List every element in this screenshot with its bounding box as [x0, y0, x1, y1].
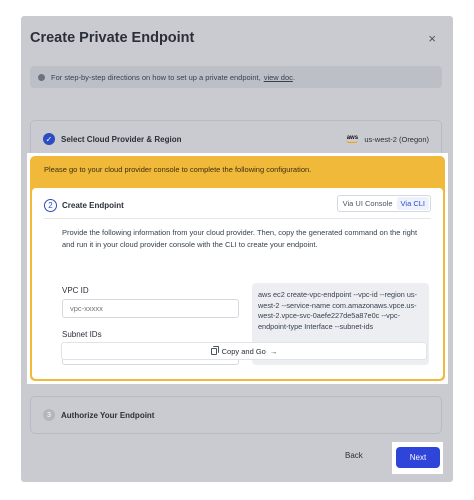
via-ui-console-option[interactable]: Via UI Console — [339, 197, 397, 210]
vpc-id-label: VPC ID — [62, 286, 89, 295]
step-label: Authorize Your Endpoint — [61, 410, 155, 420]
info-text: For step-by-step directions on how to se… — [51, 72, 261, 82]
via-cli-option[interactable]: Via CLI — [396, 197, 429, 210]
copy-icon — [210, 345, 219, 355]
divider — [44, 218, 431, 219]
info-suffix: . — [292, 72, 295, 82]
arrow-right-icon: → — [269, 346, 278, 356]
step-authorize-endpoint[interactable]: 3 Authorize Your Endpoint — [30, 396, 442, 434]
check-icon: ✓ — [43, 133, 55, 145]
copy-and-go-button[interactable]: Copy and Go → — [61, 342, 427, 360]
subnet-ids-label: Subnet IDs — [62, 330, 102, 339]
step-number-badge: 2 — [44, 199, 57, 212]
aws-logo-icon: aws — [346, 135, 359, 143]
modal-title: Create Private Endpoint — [30, 30, 195, 46]
warning-text: Please go to your cloud provider console… — [44, 165, 312, 174]
vpc-id-input[interactable] — [62, 299, 239, 318]
back-button[interactable]: Back — [345, 451, 363, 460]
info-icon — [38, 73, 45, 81]
info-banner: For step-by-step directions on how to se… — [30, 66, 442, 88]
step-title: Create Endpoint — [62, 201, 124, 210]
view-doc-link[interactable]: view doc — [264, 73, 293, 82]
next-highlight: Next — [392, 442, 443, 474]
method-toggle: Via UI Console Via CLI — [336, 195, 431, 212]
next-button[interactable]: Next — [396, 447, 440, 468]
close-icon[interactable]: × — [428, 32, 436, 45]
instructions-text: Provide the following information from y… — [62, 228, 418, 249]
copy-button-label: Copy and Go — [221, 346, 266, 356]
step-label: Select Cloud Provider & Region — [61, 134, 182, 144]
region-text: us-west-2 (Oregon) — [364, 134, 429, 144]
provider-region: aws us-west-2 (Oregon) — [346, 135, 429, 144]
step-number-badge: 3 — [43, 409, 55, 421]
